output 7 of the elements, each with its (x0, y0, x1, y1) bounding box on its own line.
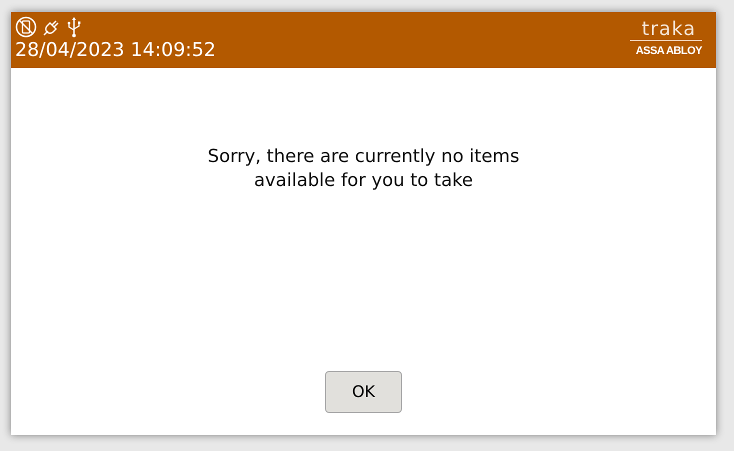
parent-brand-logo: ASSA ABLOY (636, 44, 702, 59)
message-text: Sorry, there are currently no items available for you to take (208, 145, 520, 193)
no-phone-icon (15, 16, 37, 38)
date-time: 28/04/2023 14:09:52 (15, 39, 216, 61)
ok-button[interactable]: OK (325, 371, 402, 413)
usb-icon (67, 16, 81, 38)
brand-logo: traka (642, 19, 697, 39)
